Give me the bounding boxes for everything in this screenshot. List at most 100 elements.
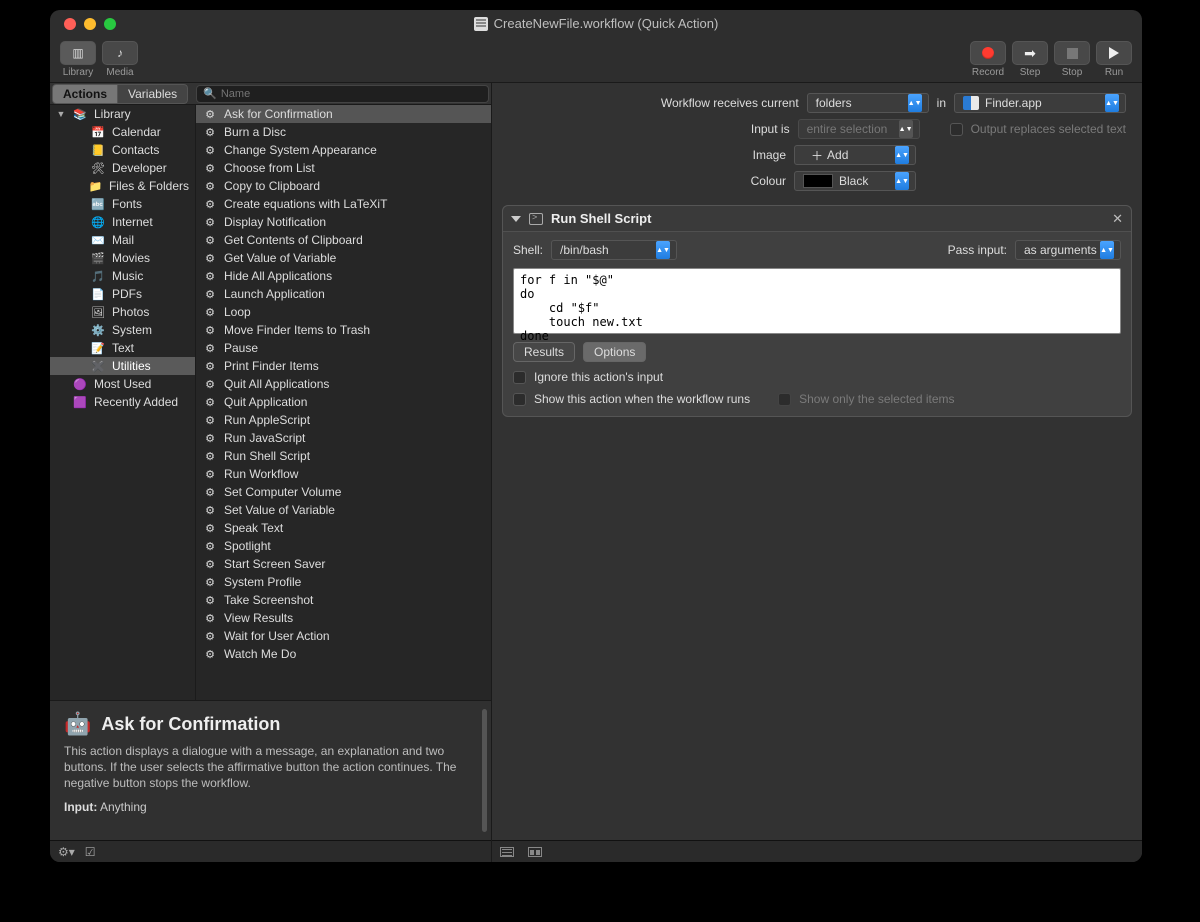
category-item[interactable]: 🌐Internet (50, 213, 195, 231)
action-icon: ⚙︎ (202, 215, 218, 229)
media-label: Media (106, 67, 133, 78)
action-label: Launch Application (224, 287, 325, 301)
category-icon: 🖼 (90, 305, 106, 319)
image-select[interactable]: ＋Add ▲▼ (794, 145, 916, 165)
action-item[interactable]: ⚙︎Run Workflow (196, 465, 491, 483)
search-icon: 🔍 (203, 87, 217, 100)
action-label: Choose from List (224, 161, 315, 175)
library-toggle-button[interactable]: ▥ (60, 41, 96, 65)
library-segmented-control: Actions Variables (52, 84, 188, 104)
action-icon: ⚙︎ (202, 449, 218, 463)
category-item[interactable]: 🛠Developer (50, 159, 195, 177)
category-item[interactable]: 🔤Fonts (50, 195, 195, 213)
category-item[interactable]: 📒Contacts (50, 141, 195, 159)
zoom-window-button[interactable] (104, 18, 116, 30)
receives-select[interactable]: folders▲▼ (807, 93, 929, 113)
action-item[interactable]: ⚙︎Ask for Confirmation (196, 105, 491, 123)
minimize-window-button[interactable] (84, 18, 96, 30)
step-button[interactable]: ➡ (1012, 41, 1048, 65)
action-item[interactable]: ⚙︎Wait for User Action (196, 627, 491, 645)
pass-input-value: as arguments (1024, 243, 1097, 257)
remove-action-button[interactable]: ✕ (1112, 211, 1123, 227)
disclosure-triangle[interactable] (511, 216, 521, 222)
automator-window: CreateNewFile.workflow (Quick Action) ▥ … (50, 10, 1142, 862)
action-item[interactable]: ⚙︎Run Shell Script (196, 447, 491, 465)
gear-menu-button[interactable]: ⚙︎▾ (58, 845, 75, 859)
category-item[interactable]: 🎵Music (50, 267, 195, 285)
view-list-button[interactable] (500, 847, 514, 857)
action-item[interactable]: ⚙︎Start Screen Saver (196, 555, 491, 573)
category-label: System (112, 323, 152, 337)
action-item[interactable]: ⚙︎Get Contents of Clipboard (196, 231, 491, 249)
action-item[interactable]: ⚙︎Get Value of Variable (196, 249, 491, 267)
action-item[interactable]: ⚙︎Set Computer Volume (196, 483, 491, 501)
stop-button[interactable] (1054, 41, 1090, 65)
record-button[interactable] (970, 41, 1006, 65)
action-item[interactable]: ⚙︎Watch Me Do (196, 645, 491, 663)
category-item[interactable]: 📝Text (50, 339, 195, 357)
results-tab[interactable]: Results (513, 342, 575, 362)
action-item[interactable]: ⚙︎Move Finder Items to Trash (196, 321, 491, 339)
category-item[interactable]: 📁Files & Folders (50, 177, 195, 195)
receives-value: folders (816, 96, 852, 110)
action-list[interactable]: ⚙︎Ask for Confirmation⚙︎Burn a Disc⚙︎Cha… (196, 105, 491, 700)
action-item[interactable]: ⚙︎Quit All Applications (196, 375, 491, 393)
scrollbar[interactable] (482, 709, 487, 832)
category-item[interactable]: 🎬Movies (50, 249, 195, 267)
in-app-select[interactable]: Finder.app ▲▼ (954, 93, 1126, 113)
category-item[interactable]: 📅Calendar (50, 123, 195, 141)
action-item[interactable]: ⚙︎Run AppleScript (196, 411, 491, 429)
category-item[interactable]: 🖼Photos (50, 303, 195, 321)
show-when-runs-checkbox[interactable] (513, 393, 526, 406)
action-item[interactable]: ⚙︎Launch Application (196, 285, 491, 303)
search-input[interactable] (221, 88, 482, 100)
workflow-log-button[interactable]: ☑ (85, 845, 96, 859)
shell-select[interactable]: /bin/bash▲▼ (551, 240, 677, 260)
category-item[interactable]: 📄PDFs (50, 285, 195, 303)
action-item[interactable]: ⚙︎Spotlight (196, 537, 491, 555)
media-toggle-button[interactable]: ♪ (102, 41, 138, 65)
main-body: Actions Variables 🔍 ▼📚Library📅Calendar📒C… (50, 83, 1142, 862)
pass-input-select[interactable]: as arguments▲▼ (1015, 240, 1121, 260)
titlebar: CreateNewFile.workflow (Quick Action) (50, 10, 1142, 37)
action-header[interactable]: Run Shell Script ✕ (503, 206, 1131, 232)
category-item[interactable]: ✖️Utilities (50, 357, 195, 375)
workflow-canvas[interactable]: Run Shell Script ✕ Shell: /bin/bash▲▼ (492, 205, 1142, 840)
action-item[interactable]: ⚙︎Speak Text (196, 519, 491, 537)
category-item[interactable]: 🟪Recently Added (50, 393, 195, 411)
category-item[interactable]: ✉️Mail (50, 231, 195, 249)
action-item[interactable]: ⚙︎Pause (196, 339, 491, 357)
stepper-icon: ▲▼ (895, 146, 909, 164)
run-button[interactable] (1096, 41, 1132, 65)
tab-variables[interactable]: Variables (118, 84, 188, 104)
tab-actions[interactable]: Actions (52, 84, 118, 104)
search-field[interactable]: 🔍 (196, 85, 489, 103)
action-item[interactable]: ⚙︎Display Notification (196, 213, 491, 231)
category-item[interactable]: ▼📚Library (50, 105, 195, 123)
options-tab[interactable]: Options (583, 342, 646, 362)
colour-select[interactable]: Black ▲▼ (794, 171, 916, 191)
action-item[interactable]: ⚙︎Change System Appearance (196, 141, 491, 159)
action-item[interactable]: ⚙︎Choose from List (196, 159, 491, 177)
action-item[interactable]: ⚙︎Print Finder Items (196, 357, 491, 375)
ignore-input-checkbox[interactable] (513, 371, 526, 384)
action-item[interactable]: ⚙︎Copy to Clipboard (196, 177, 491, 195)
action-item[interactable]: ⚙︎System Profile (196, 573, 491, 591)
category-list[interactable]: ▼📚Library📅Calendar📒Contacts🛠Developer📁Fi… (50, 105, 196, 700)
category-item[interactable]: ⚙️System (50, 321, 195, 339)
category-item[interactable]: 🟣Most Used (50, 375, 195, 393)
action-icon: ⚙︎ (202, 485, 218, 499)
action-item[interactable]: ⚙︎Create equations with LaTeXiT (196, 195, 491, 213)
action-item[interactable]: ⚙︎Take Screenshot (196, 591, 491, 609)
action-item[interactable]: ⚙︎Set Value of Variable (196, 501, 491, 519)
close-window-button[interactable] (64, 18, 76, 30)
action-item[interactable]: ⚙︎Quit Application (196, 393, 491, 411)
action-label: Wait for User Action (224, 629, 330, 643)
action-item[interactable]: ⚙︎View Results (196, 609, 491, 627)
action-item[interactable]: ⚙︎Loop (196, 303, 491, 321)
view-flow-button[interactable] (528, 847, 542, 857)
script-textarea[interactable]: for f in "$@" do cd "$f" touch new.txt d… (513, 268, 1121, 334)
action-item[interactable]: ⚙︎Burn a Disc (196, 123, 491, 141)
action-item[interactable]: ⚙︎Run JavaScript (196, 429, 491, 447)
action-item[interactable]: ⚙︎Hide All Applications (196, 267, 491, 285)
